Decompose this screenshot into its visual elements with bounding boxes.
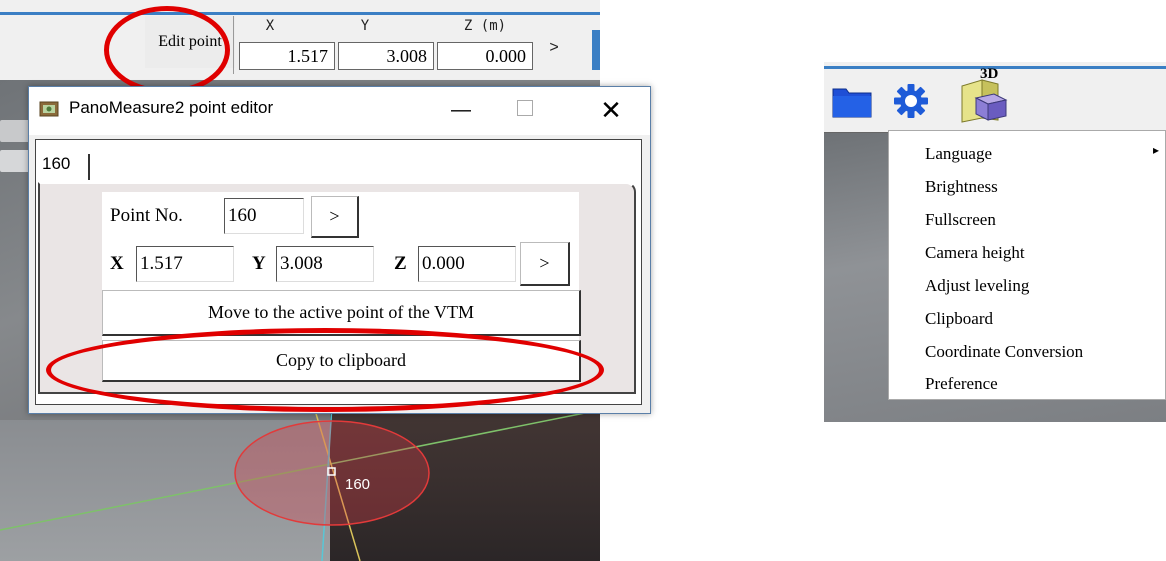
- y-label: Y: [252, 253, 266, 274]
- z-label: Z: [394, 253, 407, 274]
- toolbar-edge-icon[interactable]: [592, 30, 600, 70]
- point-no-label: Point No.: [110, 205, 183, 226]
- menu-item-brightness[interactable]: Brightness: [925, 177, 998, 197]
- submenu-arrow-icon: ▸: [1153, 143, 1160, 157]
- x-coord-field[interactable]: 1.517: [239, 42, 335, 70]
- z-input[interactable]: 0.000: [418, 246, 516, 282]
- toolbar-divider: [233, 16, 234, 74]
- maximize-button[interactable]: [517, 100, 533, 116]
- minimize-button[interactable]: —: [443, 93, 479, 127]
- app-icon: [39, 101, 59, 117]
- y-coord-field[interactable]: 3.008: [338, 42, 434, 70]
- menu-item-coordinate-conversion[interactable]: Coordinate Conversion: [925, 342, 1083, 362]
- menu-item-fullscreen[interactable]: Fullscreen: [925, 210, 996, 230]
- apply-coords-button[interactable]: >: [537, 30, 571, 66]
- menu-item-camera-height[interactable]: Camera height: [925, 243, 1025, 263]
- point-selection-ellipse: [234, 420, 430, 526]
- x-label: X: [110, 253, 124, 274]
- y-header: Y: [360, 18, 370, 34]
- toolbar-accent-line: [0, 12, 600, 15]
- z-header: Z (m): [463, 18, 507, 34]
- point-next-button[interactable]: >: [311, 196, 359, 238]
- menu-item-language[interactable]: Language: [925, 144, 992, 164]
- x-header: X: [265, 18, 275, 34]
- x-input[interactable]: 1.517: [136, 246, 234, 282]
- tab-point[interactable]: 160: [38, 154, 90, 180]
- settings-menu: Language ▸ Brightness Fullscreen Camera …: [888, 130, 1166, 400]
- z-coord-field[interactable]: 0.000: [437, 42, 533, 70]
- settings-panel: 3D Language ▸ Brightness Fullscreen Came…: [824, 62, 1166, 422]
- annotation-ellipse: [46, 328, 604, 412]
- y-input[interactable]: 3.008: [276, 246, 374, 282]
- gear-icon[interactable]: [892, 82, 930, 120]
- menu-item-adjust-leveling[interactable]: Adjust leveling: [925, 276, 1029, 296]
- close-button[interactable]: ✕: [594, 91, 628, 129]
- folder-icon[interactable]: [832, 84, 872, 118]
- point-no-input[interactable]: 160: [224, 198, 304, 234]
- point-label: 160: [345, 476, 371, 493]
- 3d-icon-label: 3D: [980, 66, 999, 82]
- menu-item-clipboard[interactable]: Clipboard: [925, 309, 993, 329]
- coord-next-button[interactable]: >: [520, 242, 570, 286]
- annotation-circle: [104, 6, 230, 94]
- dialog-title: PanoMeasure2 point editor: [69, 98, 274, 117]
- menu-item-preference[interactable]: Preference: [925, 374, 998, 394]
